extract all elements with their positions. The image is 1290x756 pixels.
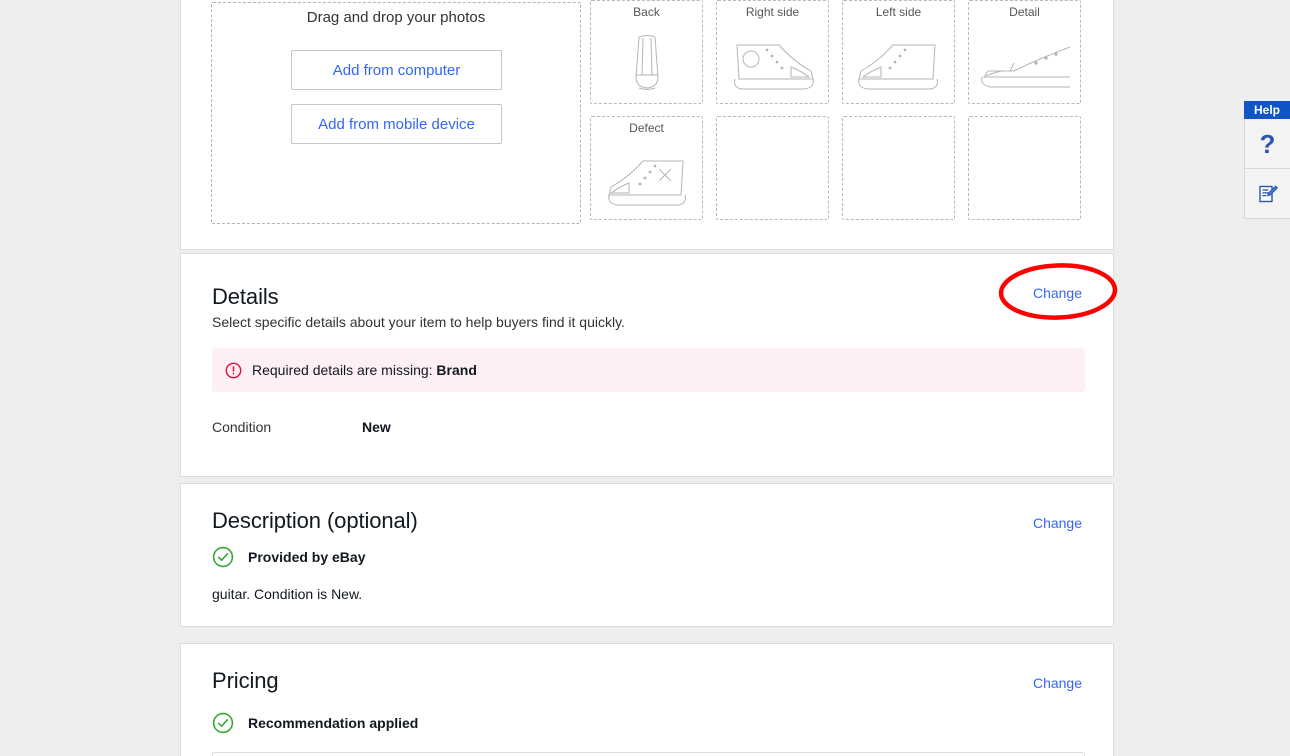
details-subtitle: Select specific details about your item … xyxy=(212,314,625,330)
photo-slot-detail[interactable]: Detail xyxy=(968,0,1081,104)
photo-slot-empty-2[interactable] xyxy=(842,116,955,220)
photo-slot-label: Right side xyxy=(717,5,828,19)
pricing-status: Recommendation applied xyxy=(212,712,418,734)
notepad-pencil-icon xyxy=(1257,183,1279,205)
shoe-left-icon xyxy=(843,31,954,95)
page-root: Drag and drop your photos Add from compu… xyxy=(0,0,1290,756)
help-feedback-button[interactable] xyxy=(1244,169,1290,219)
error-circle-icon xyxy=(225,362,242,379)
detail-row-condition: ConditionNew xyxy=(212,419,712,435)
description-body-text: guitar. Condition is New. xyxy=(212,586,362,602)
description-status-label: Provided by eBay xyxy=(248,549,366,565)
photo-slot-empty-3[interactable] xyxy=(968,116,1081,220)
check-circle-icon xyxy=(212,546,234,568)
add-from-mobile-device-button[interactable]: Add from mobile device xyxy=(291,104,502,144)
photo-slot-label: Back xyxy=(591,5,702,19)
condition-value: New xyxy=(362,419,391,435)
warning-text: Required details are missing: Brand xyxy=(252,362,477,378)
shoe-right-icon xyxy=(717,31,828,95)
photo-slot-empty-1[interactable] xyxy=(716,116,829,220)
photo-slot-defect[interactable]: Defect xyxy=(590,116,703,220)
details-title: Details xyxy=(212,284,279,310)
details-change-link[interactable]: Change xyxy=(1033,285,1082,301)
shoe-defect-icon xyxy=(591,147,702,211)
description-card: Description (optional) Change Provided b… xyxy=(180,483,1114,627)
dropzone-title: Drag and drop your photos xyxy=(212,9,580,26)
check-circle-icon xyxy=(212,712,234,734)
pricing-title: Pricing xyxy=(212,668,279,694)
photo-slot-right-side[interactable]: Right side xyxy=(716,0,829,104)
photo-dropzone[interactable]: Drag and drop your photos Add from compu… xyxy=(211,2,581,224)
details-card: Details Select specific details about yo… xyxy=(180,253,1114,477)
photo-slot-label: Left side xyxy=(843,5,954,19)
help-tab-button[interactable]: Help xyxy=(1244,101,1290,119)
condition-label: Condition xyxy=(212,419,362,435)
photo-slot-label: Detail xyxy=(969,5,1080,19)
warning-text-prefix: Required details are missing: xyxy=(252,362,436,378)
shoe-back-icon xyxy=(591,31,702,95)
pricing-change-link[interactable]: Change xyxy=(1033,675,1082,691)
photos-card: Drag and drop your photos Add from compu… xyxy=(180,0,1114,250)
photo-slot-back[interactable]: Back xyxy=(590,0,703,104)
warning-text-value: Brand xyxy=(436,362,476,378)
pricing-input-field[interactable] xyxy=(212,752,1085,756)
photo-slot-left-side[interactable]: Left side xyxy=(842,0,955,104)
help-question-button[interactable]: ? xyxy=(1244,119,1290,169)
photos-card-body: Drag and drop your photos Add from compu… xyxy=(181,0,1113,249)
description-change-link[interactable]: Change xyxy=(1033,515,1082,531)
description-status: Provided by eBay xyxy=(212,546,366,568)
help-widget: Help ? xyxy=(1244,101,1290,219)
add-from-computer-button[interactable]: Add from computer xyxy=(291,50,502,90)
pricing-status-label: Recommendation applied xyxy=(248,715,418,731)
description-title: Description (optional) xyxy=(212,508,418,534)
missing-details-warning: Required details are missing: Brand xyxy=(212,348,1085,392)
shoe-detail-icon xyxy=(969,31,1080,95)
question-mark-icon: ? xyxy=(1260,131,1276,157)
photo-thumbnail-grid: Back xyxy=(590,0,1092,220)
pricing-card: Pricing Change Recommendation applied xyxy=(180,643,1114,756)
photo-slot-label: Defect xyxy=(591,121,702,135)
